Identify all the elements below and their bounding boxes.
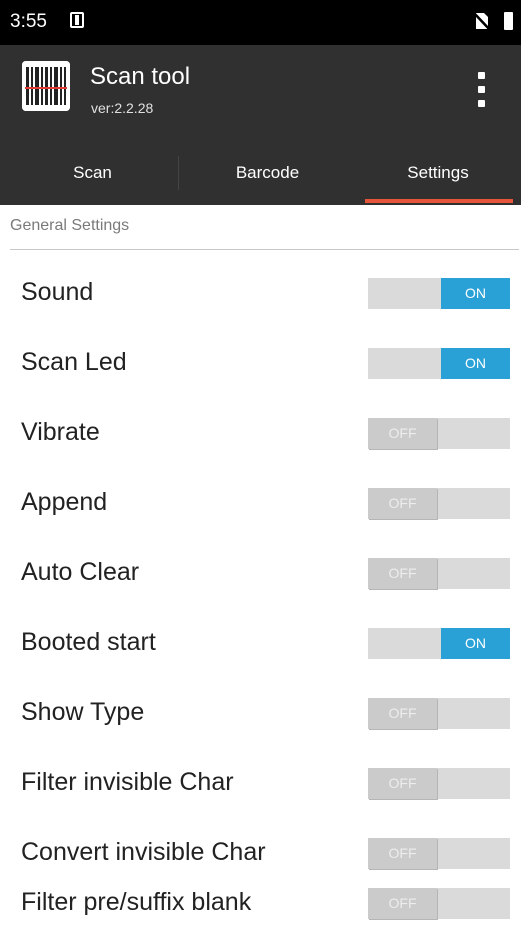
setting-row-vibrate: Vibrate OFF <box>0 400 521 470</box>
toggle-state: ON <box>441 278 510 309</box>
setting-row-sound: Sound ON <box>0 260 521 330</box>
setting-row-append: Append OFF <box>0 470 521 540</box>
app-title: Scan tool <box>90 63 191 90</box>
app-notification-icon <box>70 12 84 28</box>
tab-settings[interactable]: Settings <box>355 146 521 205</box>
setting-label: Sound <box>21 278 94 306</box>
toggle-state: OFF <box>368 418 437 449</box>
tab-scan[interactable]: Scan <box>5 146 180 205</box>
setting-label: Convert invisible Char <box>21 838 266 866</box>
no-sim-icon <box>473 12 491 35</box>
filter-invisible-char-toggle[interactable]: OFF <box>368 768 510 799</box>
barcode-icon <box>22 61 70 111</box>
section-divider <box>10 249 519 250</box>
toggle-state: OFF <box>368 488 437 519</box>
setting-label: Filter pre/suffix blank <box>21 888 252 916</box>
setting-label: Vibrate <box>21 418 100 446</box>
tab-barcode[interactable]: Barcode <box>180 146 355 205</box>
overflow-menu-icon[interactable] <box>463 67 503 113</box>
setting-row-scan-led: Scan Led ON <box>0 330 521 400</box>
setting-label: Booted start <box>21 628 156 656</box>
section-header: General Settings <box>10 217 130 234</box>
setting-label: Show Type <box>21 698 145 726</box>
vibrate-toggle[interactable]: OFF <box>368 418 510 449</box>
setting-row-filter-invisible-char: Filter invisible Char OFF <box>0 750 521 820</box>
toggle-state: OFF <box>368 558 437 589</box>
setting-label: Auto Clear <box>21 558 140 586</box>
toggle-state: OFF <box>368 888 437 919</box>
status-bar: 3:55 <box>0 0 521 45</box>
setting-row-booted-start: Booted start ON <box>0 610 521 680</box>
toggle-state: OFF <box>368 838 437 869</box>
tab-selected-indicator <box>365 199 513 203</box>
battery-icon <box>504 12 513 30</box>
scan-led-toggle[interactable]: ON <box>368 348 510 379</box>
setting-label: Filter invisible Char <box>21 768 234 796</box>
show-type-toggle[interactable]: OFF <box>368 698 510 729</box>
tab-bar: Scan Barcode Settings <box>0 146 521 205</box>
setting-label: Scan Led <box>21 348 127 376</box>
status-time: 3:55 <box>10 11 47 32</box>
tab-divider <box>178 156 179 190</box>
filter-prefix-suffix-blank-toggle[interactable]: OFF <box>368 888 510 919</box>
toggle-state: OFF <box>368 768 437 799</box>
toggle-state: ON <box>441 628 510 659</box>
toggle-state: ON <box>441 348 510 379</box>
app-bar: Scan tool ver:2.2.28 <box>0 45 521 146</box>
sound-toggle[interactable]: ON <box>368 278 510 309</box>
append-toggle[interactable]: OFF <box>368 488 510 519</box>
setting-label: Append <box>21 488 108 516</box>
toggle-state: OFF <box>368 698 437 729</box>
auto-clear-toggle[interactable]: OFF <box>368 558 510 589</box>
booted-start-toggle[interactable]: ON <box>368 628 510 659</box>
convert-invisible-char-toggle[interactable]: OFF <box>368 838 510 869</box>
setting-row-show-type: Show Type OFF <box>0 680 521 750</box>
setting-row-filter-prefix-suffix-blank: Filter pre/suffix blank OFF <box>0 870 521 929</box>
app-version: ver:2.2.28 <box>91 100 154 116</box>
setting-row-auto-clear: Auto Clear OFF <box>0 540 521 610</box>
